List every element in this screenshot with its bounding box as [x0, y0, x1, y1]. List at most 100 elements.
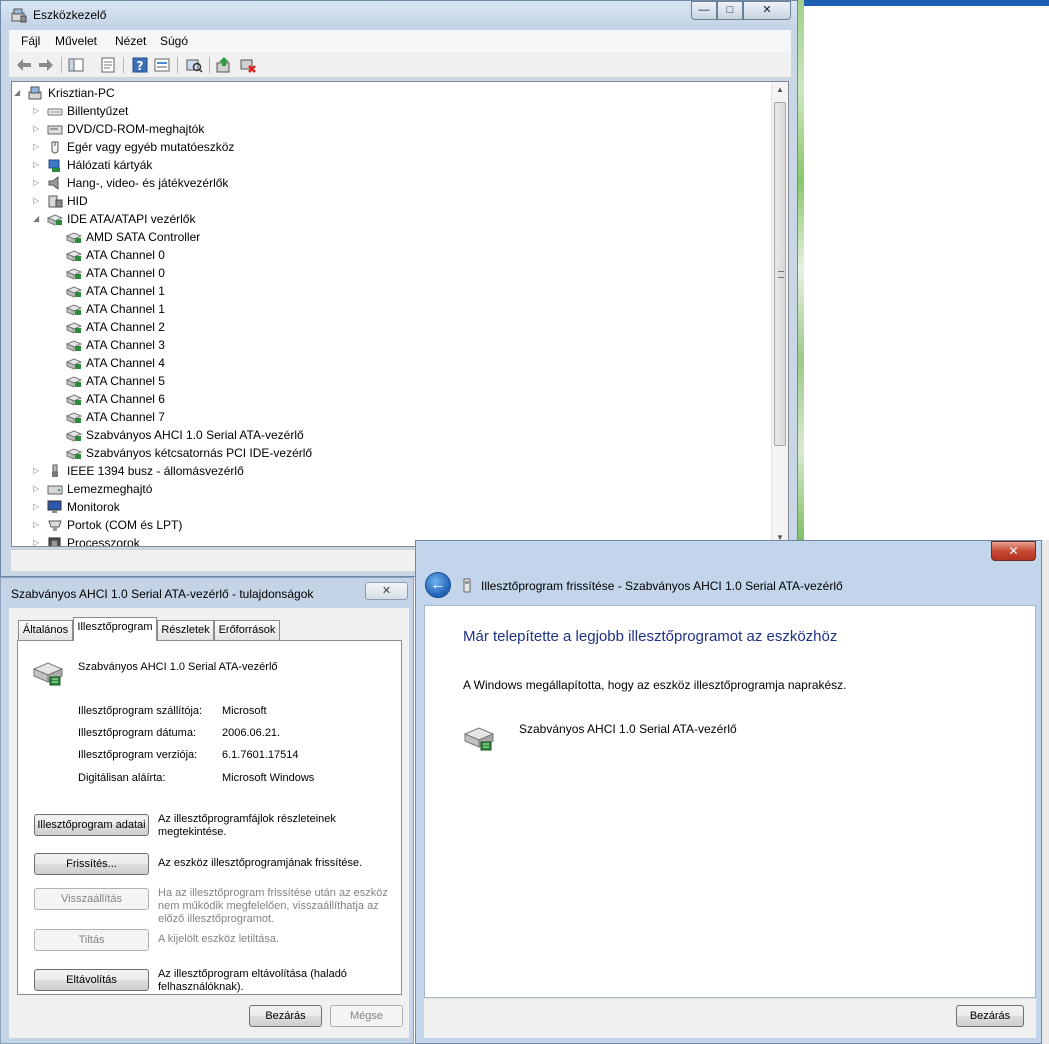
- driver-provider-value: Microsoft: [222, 705, 267, 717]
- collapse-arrow-icon[interactable]: ◢: [33, 215, 41, 223]
- update-driver-wizard: ✕ ← Illesztőprogram frissítése - Szabván…: [415, 540, 1042, 1044]
- controller-icon: [66, 412, 82, 424]
- uninstall-button[interactable]: Eltávolítás: [34, 969, 149, 991]
- tree-item-label: ATA Channel 0: [86, 248, 165, 262]
- expand-arrow-icon[interactable]: ▷: [33, 503, 41, 511]
- tree-item-label: IDE ATA/ATAPI vezérlők: [67, 212, 196, 226]
- properties-close-button[interactable]: ✕: [365, 582, 408, 600]
- tree-item[interactable]: ▷ HID: [12, 192, 772, 210]
- tree-item[interactable]: ATA Channel 0: [12, 264, 772, 282]
- scan-hardware-icon[interactable]: [185, 56, 203, 74]
- speaker-icon: [48, 176, 59, 190]
- tree-item[interactable]: ATA Channel 4: [12, 354, 772, 372]
- optical-drive-icon: [47, 125, 63, 135]
- collapse-arrow-icon[interactable]: ◢: [14, 89, 22, 97]
- tree-item[interactable]: ATA Channel 0: [12, 246, 772, 264]
- expand-arrow-icon[interactable]: ▷: [33, 521, 41, 529]
- maximize-button[interactable]: □: [717, 1, 743, 20]
- forward-icon[interactable]: [37, 56, 55, 74]
- toolbar-separator: [123, 57, 124, 73]
- help-icon[interactable]: ?: [131, 56, 149, 74]
- tree-item[interactable]: ATA Channel 3: [12, 336, 772, 354]
- scroll-thumb[interactable]: [774, 102, 786, 446]
- scroll-up-arrow[interactable]: ▲: [772, 82, 788, 98]
- monitor-icon: [47, 500, 62, 513]
- back-icon[interactable]: [15, 56, 33, 74]
- expand-arrow-icon[interactable]: ▷: [33, 539, 41, 547]
- tree-item[interactable]: ATA Channel 2: [12, 318, 772, 336]
- tree-item[interactable]: ▷ Lemezmeghajtó: [12, 480, 772, 498]
- tree-item[interactable]: ATA Channel 1: [12, 300, 772, 318]
- tree-item[interactable]: Szabványos AHCI 1.0 Serial ATA-vezérlő: [12, 426, 772, 444]
- menu-action[interactable]: Művelet: [55, 34, 97, 48]
- hid-icon: [48, 195, 63, 208]
- controller-icon: [66, 376, 82, 388]
- action-description: Az illesztőprogramfájlok részleteinek meg…: [158, 813, 336, 839]
- expand-arrow-icon[interactable]: ▷: [33, 107, 41, 115]
- properties-icon[interactable]: [99, 56, 117, 74]
- tree-item[interactable]: ATA Channel 5: [12, 372, 772, 390]
- expand-arrow-icon[interactable]: ▷: [33, 197, 41, 205]
- update-driver-icon[interactable]: [215, 56, 233, 74]
- tree-item[interactable]: AMD SATA Controller: [12, 228, 772, 246]
- tree-item[interactable]: ▷ IEEE 1394 busz - állomásvezérlő: [12, 462, 772, 480]
- controller-icon: [66, 304, 82, 316]
- back-arrow-button[interactable]: ←: [425, 572, 451, 598]
- tree-scrollbar[interactable]: ▲ ▼: [771, 82, 788, 546]
- show-hide-tree-icon[interactable]: [67, 56, 85, 74]
- update-driver-button[interactable]: Frissítés...: [34, 853, 149, 875]
- tree-item[interactable]: ATA Channel 6: [12, 390, 772, 408]
- minimize-button[interactable]: —: [691, 1, 717, 20]
- tree-item-label: Processzorok: [67, 536, 140, 547]
- tree-item[interactable]: ATA Channel 1: [12, 282, 772, 300]
- uninstall-icon[interactable]: [239, 56, 257, 74]
- menu-view[interactable]: Nézet: [115, 34, 146, 48]
- action-description-line: előző illesztőprogramot.: [158, 913, 275, 925]
- menu-file[interactable]: Fájl: [21, 34, 40, 48]
- tree-item[interactable]: ▷ Hálózati kártyák: [12, 156, 772, 174]
- expand-arrow-icon[interactable]: ▷: [33, 467, 41, 475]
- controller-icon: [66, 322, 82, 334]
- tree-item[interactable]: ATA Channel 7: [12, 408, 772, 426]
- disk-drive-icon: [47, 485, 63, 495]
- tab-details[interactable]: Részletek: [157, 620, 214, 640]
- tree-item[interactable]: Szabványos kétcsatornás PCI IDE-vezérlő: [12, 444, 772, 462]
- tree-item[interactable]: ◢ Krisztian-PC: [12, 84, 772, 102]
- controller-icon: [47, 214, 63, 226]
- toolbar-separator: [209, 57, 210, 73]
- expand-arrow-icon[interactable]: ▷: [33, 125, 41, 133]
- expand-arrow-icon[interactable]: ▷: [33, 143, 41, 151]
- wizard-close-dialog-button[interactable]: Bezárás: [956, 1005, 1024, 1027]
- network-adapter-icon: [48, 159, 60, 172]
- device-name: Szabványos AHCI 1.0 Serial ATA-vezérlő: [78, 661, 278, 673]
- driver-details-button[interactable]: Illesztőprogram adatai: [34, 814, 149, 836]
- driver-provider-label: Illesztőprogram szállítója:: [78, 705, 203, 717]
- controller-icon: [66, 430, 82, 442]
- wizard-close-button[interactable]: ✕: [991, 541, 1036, 561]
- expand-arrow-icon[interactable]: ▷: [33, 485, 41, 493]
- tree-item[interactable]: ▷ DVD/CD-ROM-meghajtók: [12, 120, 772, 138]
- expand-arrow-icon[interactable]: ▷: [33, 179, 41, 187]
- tab-resources[interactable]: Erőforrások: [214, 620, 280, 640]
- controller-icon: [66, 340, 82, 352]
- view-icon[interactable]: [153, 56, 171, 74]
- properties-close-dialog-button[interactable]: Bezárás: [249, 1005, 322, 1027]
- tree-item[interactable]: ◢ IDE ATA/ATAPI vezérlők: [12, 210, 772, 228]
- expand-arrow-icon[interactable]: ▷: [33, 161, 41, 169]
- tree-item[interactable]: ▷ Egér vagy egyéb mutatóeszköz: [12, 138, 772, 156]
- toolbar: ?: [9, 52, 791, 78]
- tree-item[interactable]: ▷ Billentyűzet: [12, 102, 772, 120]
- menu-bar: Fájl Művelet Nézet Súgó: [9, 30, 791, 52]
- wizard-content: Már telepítette a legjobb illesztőprogra…: [424, 605, 1036, 998]
- menu-help[interactable]: Súgó: [160, 34, 188, 48]
- action-description-line: Az illesztőprogramfájlok részleteinek: [158, 813, 336, 825]
- driver-version-value: 6.1.7601.17514: [222, 749, 299, 761]
- properties-body: Általános Illesztőprogram Részletek Erőf…: [9, 608, 409, 1038]
- tree-item[interactable]: ▷ Hang-, video- és játékvezérlők: [12, 174, 772, 192]
- tree-item[interactable]: ▷ Portok (COM és LPT): [12, 516, 772, 534]
- tab-general[interactable]: Általános: [18, 620, 73, 640]
- tree-item[interactable]: ▷ Monitorok: [12, 498, 772, 516]
- properties-titlebar: Szabványos AHCI 1.0 Serial ATA-vezérlő -…: [1, 578, 413, 608]
- close-button[interactable]: ✕: [743, 1, 791, 20]
- tab-driver[interactable]: Illesztőprogram: [73, 617, 157, 641]
